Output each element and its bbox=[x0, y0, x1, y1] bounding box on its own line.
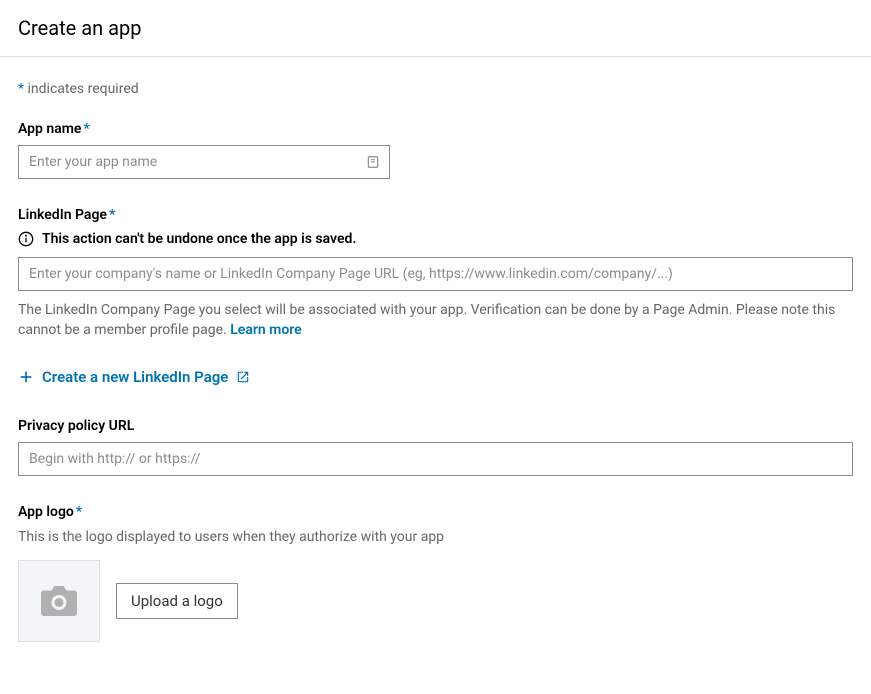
required-indicator-note: * indicates required bbox=[18, 81, 853, 97]
required-asterisk: * bbox=[76, 504, 82, 520]
linkedin-page-field-group: LinkedIn Page* This action can't be undo… bbox=[18, 207, 853, 390]
required-asterisk: * bbox=[109, 207, 115, 223]
linkedin-page-help-text: The LinkedIn Company Page you select wil… bbox=[18, 301, 853, 340]
app-name-input-wrapper bbox=[18, 145, 390, 179]
info-icon bbox=[18, 231, 34, 247]
required-text: indicates required bbox=[24, 81, 139, 97]
app-name-field-group: App name* bbox=[18, 121, 853, 179]
required-asterisk: * bbox=[83, 121, 89, 137]
form-content: * indicates required App name* LinkedIn … bbox=[0, 57, 871, 694]
privacy-policy-input[interactable] bbox=[18, 442, 853, 476]
learn-more-link[interactable]: Learn more bbox=[230, 322, 301, 338]
linkedin-page-warning-line: This action can't be undone once the app… bbox=[18, 231, 853, 247]
logo-placeholder bbox=[18, 560, 100, 642]
app-logo-label: App logo* bbox=[18, 504, 853, 520]
page-header: Create an app bbox=[0, 0, 871, 57]
plus-icon bbox=[18, 369, 34, 385]
app-name-label: App name* bbox=[18, 121, 853, 137]
app-logo-description: This is the logo displayed to users when… bbox=[18, 528, 853, 548]
camera-icon bbox=[41, 586, 77, 616]
page-title: Create an app bbox=[18, 16, 853, 40]
app-name-input[interactable] bbox=[18, 145, 390, 179]
linkedin-page-input[interactable] bbox=[18, 257, 853, 291]
create-linkedin-page-link[interactable]: Create a new LinkedIn Page bbox=[18, 368, 250, 386]
external-link-icon bbox=[236, 370, 250, 384]
privacy-policy-label: Privacy policy URL bbox=[18, 418, 853, 434]
app-logo-field-group: App logo* This is the logo displayed to … bbox=[18, 504, 853, 642]
upload-logo-button[interactable]: Upload a logo bbox=[116, 583, 238, 619]
app-logo-upload-section: Upload a logo bbox=[18, 560, 853, 642]
linkedin-page-warning-text: This action can't be undone once the app… bbox=[42, 231, 356, 247]
privacy-policy-field-group: Privacy policy URL bbox=[18, 418, 853, 476]
linkedin-page-label: LinkedIn Page* bbox=[18, 207, 853, 223]
